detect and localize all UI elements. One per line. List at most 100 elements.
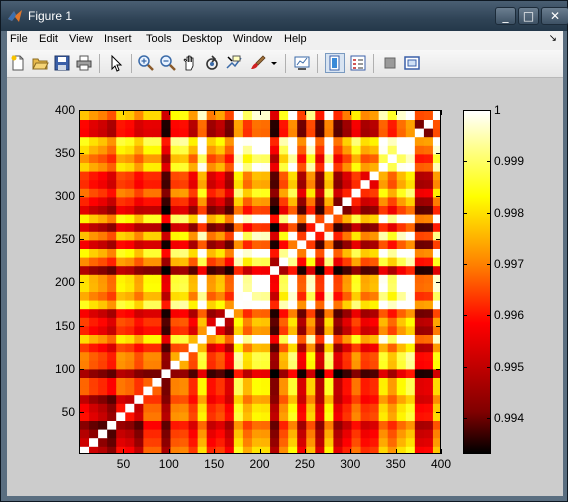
heatmap-cell xyxy=(161,136,171,146)
heatmap-cell xyxy=(360,136,370,146)
save-figure-icon[interactable] xyxy=(53,54,71,72)
link-plot-icon[interactable] xyxy=(293,54,311,72)
x-tick-label: 300 xyxy=(340,457,361,471)
heatmap-cell xyxy=(98,274,108,284)
menu-insert[interactable]: Insert xyxy=(104,33,132,45)
heatmap-axes[interactable] xyxy=(79,110,441,454)
heatmap-cell xyxy=(134,240,144,249)
menu-desktop[interactable]: Desktop xyxy=(182,33,222,45)
heatmap-cell xyxy=(369,119,380,129)
heatmap-cell xyxy=(342,119,352,129)
heatmap-cell xyxy=(414,205,425,215)
open-file-icon[interactable] xyxy=(31,54,49,72)
heatmap-cell xyxy=(170,205,180,215)
maximize-button[interactable]: □ xyxy=(518,7,539,25)
heatmap-cell xyxy=(80,119,90,129)
insert-colorbar-icon[interactable] xyxy=(325,53,345,73)
heatmap-cell xyxy=(306,377,316,387)
heatmap-cell xyxy=(378,394,389,404)
heatmap-cell xyxy=(224,257,235,267)
insert-legend-icon[interactable] xyxy=(349,54,367,72)
heatmap-cell xyxy=(261,274,271,284)
heatmap-cell xyxy=(369,437,380,447)
menu-view[interactable]: View xyxy=(69,33,93,45)
heatmap-cell xyxy=(152,412,162,421)
heatmap-cell xyxy=(116,205,126,215)
heatmap-cell xyxy=(215,162,226,172)
menu-edit[interactable]: Edit xyxy=(39,33,58,45)
heatmap-cell xyxy=(315,360,325,370)
heatmap-cell xyxy=(414,162,425,172)
heatmap-cell xyxy=(396,369,407,378)
heatmap-cell xyxy=(261,300,271,310)
title-bar[interactable]: Figure 1 _ □ ✕ xyxy=(1,1,568,31)
heatmap-cell xyxy=(387,394,398,404)
heatmap-cell xyxy=(270,248,280,258)
menu-window[interactable]: Window xyxy=(233,33,272,45)
heatmap-cell xyxy=(306,248,316,258)
zoom-out-icon[interactable] xyxy=(159,54,177,72)
heatmap-cell xyxy=(188,179,199,189)
heatmap-cell xyxy=(405,334,416,344)
hide-plot-tools-icon[interactable] xyxy=(381,54,399,72)
heatmap-cell xyxy=(297,205,307,215)
dock-arrow-icon[interactable]: ↘ xyxy=(549,33,557,44)
heatmap-cell xyxy=(215,205,226,215)
rotate-3d-icon[interactable] xyxy=(203,54,221,72)
heatmap-cell xyxy=(405,248,416,258)
minimize-button[interactable]: _ xyxy=(495,7,516,25)
brush-icon[interactable] xyxy=(249,54,267,72)
heatmap-cell xyxy=(161,386,171,396)
heatmap-cell xyxy=(89,136,99,146)
heatmap-cell xyxy=(351,274,361,284)
heatmap-cell xyxy=(170,334,180,344)
edit-plot-icon[interactable] xyxy=(107,54,125,72)
heatmap-cell xyxy=(378,171,389,181)
heatmap-cell xyxy=(423,188,434,198)
menu-file[interactable]: File xyxy=(10,33,28,45)
new-figure-icon[interactable] xyxy=(9,54,27,72)
heatmap-cell xyxy=(152,231,162,241)
heatmap-cell xyxy=(351,386,361,396)
heatmap-cell xyxy=(89,334,99,344)
close-button[interactable]: ✕ xyxy=(541,7,568,25)
heatmap-cell xyxy=(306,343,316,353)
heatmap-cell xyxy=(188,386,199,396)
menu-tools[interactable]: Tools xyxy=(146,33,172,45)
heatmap-cell xyxy=(261,145,271,155)
heatmap-cell xyxy=(306,291,316,301)
menu-help[interactable]: Help xyxy=(284,33,307,45)
heatmap-cell xyxy=(134,420,144,430)
print-figure-icon[interactable] xyxy=(75,54,93,72)
heatmap-cell xyxy=(270,162,280,172)
heatmap-cell xyxy=(288,136,298,146)
heatmap-cell xyxy=(342,128,352,138)
heatmap-cell xyxy=(98,317,108,327)
heatmap-cell xyxy=(360,300,370,310)
heatmap-cell xyxy=(242,162,253,172)
heatmap-cell xyxy=(396,205,407,215)
heatmap-cell xyxy=(432,420,440,430)
brush-dropdown-icon[interactable] xyxy=(269,54,279,72)
heatmap-cell xyxy=(378,386,389,396)
zoom-in-icon[interactable] xyxy=(137,54,155,72)
heatmap-cell xyxy=(396,394,407,404)
show-plot-tools-icon[interactable] xyxy=(403,54,421,72)
heatmap-cell xyxy=(315,136,325,146)
heatmap-cell xyxy=(224,119,235,129)
heatmap-cell xyxy=(179,154,189,163)
heatmap-cell xyxy=(324,111,334,120)
data-cursor-icon[interactable] xyxy=(225,54,243,72)
pan-icon[interactable] xyxy=(181,54,199,72)
heatmap-cell xyxy=(369,154,380,163)
heatmap-cell xyxy=(432,136,440,146)
heatmap-cell xyxy=(342,351,352,361)
heatmap-cell xyxy=(261,240,271,249)
heatmap-cell xyxy=(387,231,398,241)
heatmap-cell xyxy=(125,369,135,378)
heatmap-cell xyxy=(233,300,244,310)
y-tick-label: 150 xyxy=(54,318,75,333)
heatmap-cell xyxy=(143,128,153,138)
heatmap-cell xyxy=(405,162,416,172)
heatmap-cell xyxy=(116,403,126,413)
